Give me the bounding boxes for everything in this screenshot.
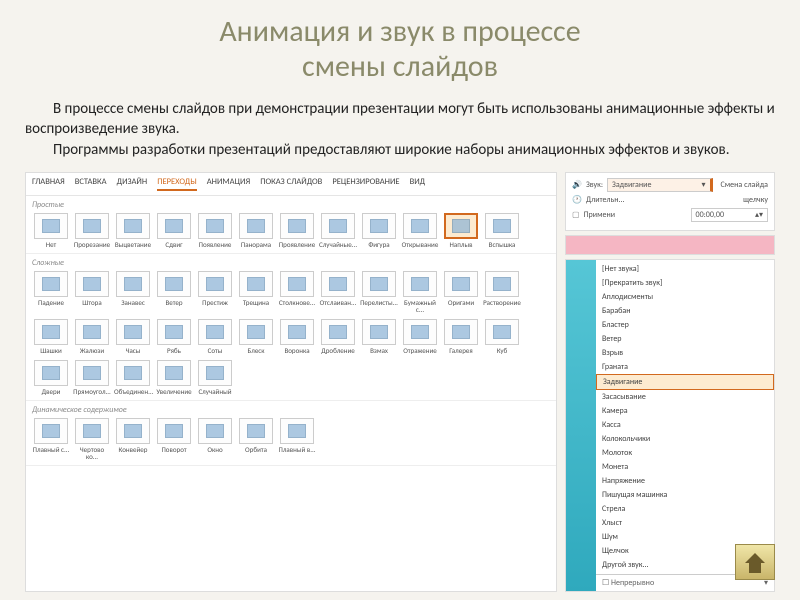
ribbon-tab[interactable]: ПЕРЕХОДЫ	[157, 177, 197, 191]
sound-option[interactable]: Аплодисменты	[596, 290, 774, 304]
transition-thumb[interactable]: Часы	[114, 319, 152, 354]
transition-thumb[interactable]: Конвейер	[114, 418, 152, 460]
time-field[interactable]: 00:00,00▴▾	[691, 208, 768, 222]
transition-thumb[interactable]: Ветер	[155, 271, 193, 313]
transition-thumb[interactable]: Нет	[32, 213, 70, 248]
sound-option[interactable]: [Прекратить звук]	[596, 276, 774, 290]
transition-thumb[interactable]: Рябь	[155, 319, 193, 354]
sound-option[interactable]: Шум	[596, 530, 774, 544]
transition-thumb[interactable]: Орбита	[237, 418, 275, 460]
ribbon-tab[interactable]: РЕЦЕНЗИРОВАНИЕ	[332, 177, 399, 191]
group-simple: Простые НетПрорезаниеВыцветаниеСдвигПояв…	[26, 196, 556, 254]
transition-thumb[interactable]: Случайный	[196, 360, 234, 395]
sound-option[interactable]: Барабан	[596, 304, 774, 318]
ribbon-tab[interactable]: ВСТАВКА	[75, 177, 107, 191]
transition-thumb[interactable]: Наплыв	[442, 213, 480, 248]
transition-thumb[interactable]: Проявление	[278, 213, 316, 248]
transition-thumb[interactable]: Куб	[483, 319, 521, 354]
group-dynamic: Динамическое содержимое Плавный с...Черт…	[26, 401, 556, 466]
sound-option[interactable]: Монета	[596, 460, 774, 474]
sound-icon: 🔊	[572, 180, 582, 190]
transition-thumb[interactable]: Поворот	[155, 418, 193, 460]
transition-thumb[interactable]: Дробление	[319, 319, 357, 354]
transition-thumb[interactable]: Блеск	[237, 319, 275, 354]
body-text: В процессе смены слайдов при демонстраци…	[25, 99, 775, 160]
sound-option[interactable]: Пишущая машинка	[596, 488, 774, 502]
transition-thumb[interactable]: Воронка	[278, 319, 316, 354]
sound-option[interactable]: Взрыв	[596, 346, 774, 360]
transitions-gallery-screenshot: ГЛАВНАЯ ВСТАВКА ДИЗАЙН ПЕРЕХОДЫ АНИМАЦИЯ ПОКА…	[25, 172, 557, 592]
pink-strip	[565, 235, 775, 255]
sound-option[interactable]: Касса	[596, 418, 774, 432]
sound-option[interactable]: Граната	[596, 360, 774, 374]
transition-thumb[interactable]: Чертово ко...	[73, 418, 111, 460]
transition-thumb[interactable]: Фигура	[360, 213, 398, 248]
slide-title: Анимация и звук в процессесмены слайдов	[25, 15, 775, 84]
transition-thumb[interactable]: Вспышка	[483, 213, 521, 248]
sound-option[interactable]: Бластер	[596, 318, 774, 332]
transition-thumb[interactable]: Перелисты...	[360, 271, 398, 313]
transition-thumb[interactable]: Растворение	[483, 271, 521, 313]
group-complex: Сложные ПадениеШтораЗанавесВетерПрестижТ…	[26, 254, 556, 401]
ribbon-tab[interactable]: ДИЗАЙН	[117, 177, 148, 191]
transition-thumb[interactable]: Отслаиван...	[319, 271, 357, 313]
sound-select[interactable]: Задвигание▾	[607, 178, 712, 192]
teal-strip	[566, 260, 596, 591]
transition-thumb[interactable]: Открывание	[401, 213, 439, 248]
transition-thumb[interactable]: Взмах	[360, 319, 398, 354]
transition-thumb[interactable]: Столкнове...	[278, 271, 316, 313]
transition-thumb[interactable]: Шашки	[32, 319, 70, 354]
clock-icon: 🕐	[572, 195, 582, 205]
transition-thumb[interactable]: Штора	[73, 271, 111, 313]
home-button[interactable]	[735, 544, 775, 580]
ribbon-tab[interactable]: ГЛАВНАЯ	[32, 177, 65, 191]
ribbon-tab[interactable]: ПОКАЗ СЛАЙДОВ	[260, 177, 322, 191]
sound-panel-screenshot: 🔊 Звук: Задвигание▾ Смена слайда 🕐 Длите…	[565, 172, 775, 592]
transition-thumb[interactable]: Случайные...	[319, 213, 357, 248]
sound-option[interactable]: [Нет звука]	[596, 262, 774, 276]
ribbon-tab[interactable]: ВИД	[410, 177, 426, 191]
sound-option[interactable]: Камера	[596, 404, 774, 418]
transition-thumb[interactable]: Появление	[196, 213, 234, 248]
transition-thumb[interactable]: Галерея	[442, 319, 480, 354]
sound-option[interactable]: Колокольчики	[596, 432, 774, 446]
apply-icon: ▢	[572, 210, 580, 220]
transition-thumb[interactable]: Сдвиг	[155, 213, 193, 248]
sound-option[interactable]: Задвигание	[596, 374, 774, 390]
transition-thumb[interactable]: Окно	[196, 418, 234, 460]
sound-dropdown: [Нет звука][Прекратить звук]Аплодисменты…	[565, 259, 775, 592]
transition-thumb[interactable]: Объединен...	[114, 360, 152, 395]
sound-option[interactable]: Засасывание	[596, 390, 774, 404]
sound-option[interactable]: Молоток	[596, 446, 774, 460]
transition-thumb[interactable]: Панорама	[237, 213, 275, 248]
sound-option[interactable]: Напряжение	[596, 474, 774, 488]
transition-thumb[interactable]: Выцветание	[114, 213, 152, 248]
transition-thumb[interactable]: Жалюзи	[73, 319, 111, 354]
transition-thumb[interactable]: Двери	[32, 360, 70, 395]
transition-thumb[interactable]: Плавный с...	[32, 418, 70, 460]
ribbon-tab[interactable]: АНИМАЦИЯ	[207, 177, 250, 191]
transition-thumb[interactable]: Увеличение	[155, 360, 193, 395]
sound-option[interactable]: Стрела	[596, 502, 774, 516]
home-icon	[745, 553, 765, 563]
transition-thumb[interactable]: Оригами	[442, 271, 480, 313]
ribbon-tabs: ГЛАВНАЯ ВСТАВКА ДИЗАЙН ПЕРЕХОДЫ АНИМАЦИЯ ПОКА…	[26, 173, 556, 196]
transition-thumb[interactable]: Трещина	[237, 271, 275, 313]
transition-thumb[interactable]: Плавный в...	[278, 418, 316, 460]
sound-option[interactable]: Хлыст	[596, 516, 774, 530]
transition-thumb[interactable]: Прорезание	[73, 213, 111, 248]
transition-thumb[interactable]: Бумажный с...	[401, 271, 439, 313]
transition-thumb[interactable]: Прямоугол...	[73, 360, 111, 395]
transition-thumb[interactable]: Падение	[32, 271, 70, 313]
transition-thumb[interactable]: Престиж	[196, 271, 234, 313]
transition-thumb[interactable]: Занавес	[114, 271, 152, 313]
transition-thumb[interactable]: Отражение	[401, 319, 439, 354]
transition-thumb[interactable]: Соты	[196, 319, 234, 354]
sound-option[interactable]: Ветер	[596, 332, 774, 346]
